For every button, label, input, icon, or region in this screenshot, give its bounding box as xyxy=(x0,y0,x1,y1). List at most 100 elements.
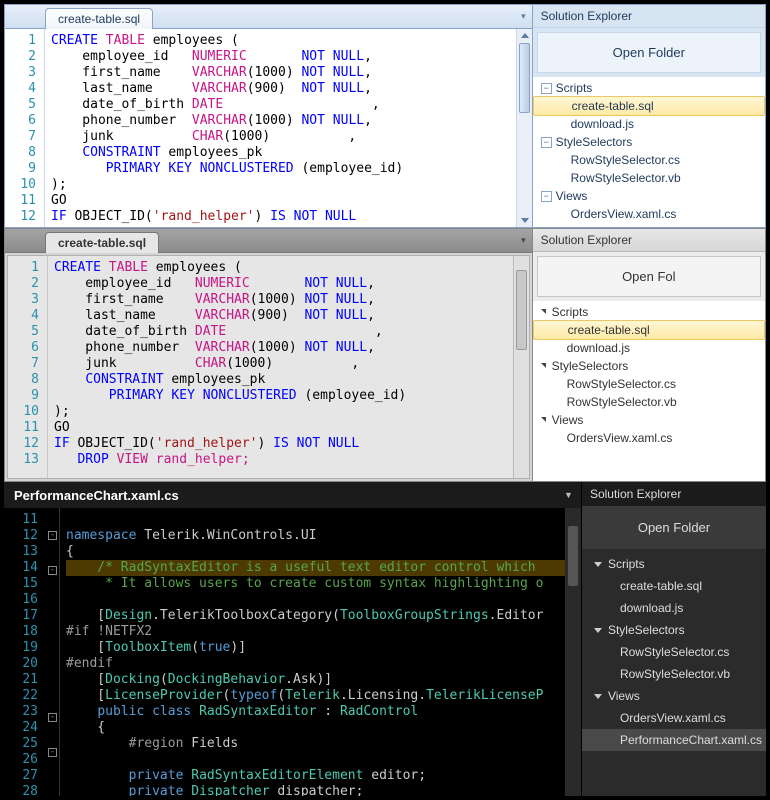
tree-label: Views xyxy=(556,189,588,203)
tree-label: create-table.sql xyxy=(620,579,702,593)
editor-panel: create-table.sql ▾ 12345678910111213 CRE… xyxy=(5,229,532,481)
editor-tab[interactable]: PerformanceChart.xaml.cs xyxy=(14,488,179,503)
line-gutter: 1112131415161718192021222324252627282930 xyxy=(4,508,46,796)
tree-file[interactable]: PerformanceChart.xaml.cs xyxy=(582,729,766,751)
tree-label: Views xyxy=(552,413,584,427)
expand-icon[interactable] xyxy=(541,309,546,314)
tab-dropdown-icon[interactable]: ▾ xyxy=(521,235,526,246)
theme-dark-pane: PerformanceChart.xaml.cs ▼ 1112131415161… xyxy=(4,482,766,796)
editor-tab[interactable]: create-table.sql xyxy=(45,8,153,29)
tree-label: OrdersView.xaml.cs xyxy=(620,711,726,725)
tree-file[interactable]: OrdersView.xaml.cs xyxy=(582,707,766,729)
tree-label: Scripts xyxy=(552,305,589,319)
tree-file[interactable]: create-table.sql xyxy=(533,320,765,340)
tree-file[interactable]: RowStyleSelector.cs xyxy=(582,641,766,663)
tree-file[interactable]: download.js xyxy=(582,597,766,619)
expand-icon[interactable] xyxy=(541,363,546,368)
tree-label: RowStyleSelector.vb xyxy=(567,395,677,409)
vertical-scrollbar[interactable] xyxy=(565,508,581,796)
tree-file[interactable]: OrdersView.xaml.cs xyxy=(533,429,765,447)
tree-file[interactable]: RowStyleSelector.vb xyxy=(533,169,765,187)
tree-file[interactable]: download.js xyxy=(533,115,765,133)
scrollbar-thumb[interactable] xyxy=(516,270,527,350)
tab-bar: create-table.sql ▾ xyxy=(5,229,532,253)
tree-label: PerformanceChart.xaml.cs xyxy=(620,733,762,747)
tree-file[interactable]: create-table.sql xyxy=(533,96,765,116)
editor-panel: create-table.sql ▾ 123456789101112 CREAT… xyxy=(5,5,532,227)
expand-icon[interactable]: − xyxy=(541,191,552,202)
explorer-title: Solution Explorer xyxy=(582,482,766,506)
theme-gray-pane: create-table.sql ▾ 12345678910111213 CRE… xyxy=(4,228,766,482)
editor-body: 123456789101112 CREATE TABLE employees (… xyxy=(5,29,532,227)
tree-label: StyleSelectors xyxy=(608,623,685,637)
code-area[interactable]: namespace Telerik.WinControls.UI { /* Ra… xyxy=(60,508,565,796)
chevron-down-icon[interactable] xyxy=(594,562,602,567)
editor-body: 12345678910111213 CREATE TABLE employees… xyxy=(7,255,530,479)
tree-file[interactable]: OrdersView.xaml.cs xyxy=(533,205,765,223)
tree-file[interactable]: RowStyleSelector.cs xyxy=(533,375,765,393)
tree-folder[interactable]: Scripts xyxy=(582,553,766,575)
tree-label: download.js xyxy=(567,341,630,355)
tree-label: StyleSelectors xyxy=(556,135,633,149)
code-area[interactable]: CREATE TABLE employees ( employee_id NUM… xyxy=(48,256,513,478)
tree-file[interactable]: RowStyleSelector.vb xyxy=(582,663,766,685)
editor-body: 1112131415161718192021222324252627282930… xyxy=(4,508,581,796)
expand-icon[interactable] xyxy=(541,417,546,422)
tree-folder[interactable]: Scripts xyxy=(533,303,765,321)
tree-file[interactable]: RowStyleSelector.cs xyxy=(533,151,765,169)
tree-label: RowStyleSelector.cs xyxy=(620,645,729,659)
vertical-scrollbar[interactable] xyxy=(513,256,529,478)
vertical-scrollbar[interactable] xyxy=(516,29,532,227)
expand-icon[interactable]: − xyxy=(541,83,552,94)
tree-folder[interactable]: StyleSelectors xyxy=(533,357,765,375)
chevron-down-icon[interactable] xyxy=(594,628,602,633)
tree-folder[interactable]: Views xyxy=(582,685,766,707)
tab-dropdown-icon[interactable]: ▼ xyxy=(564,490,573,500)
open-folder-button[interactable]: Open Folder xyxy=(582,506,766,549)
tree-label: Scripts xyxy=(556,81,593,95)
scrollbar-thumb[interactable] xyxy=(519,43,530,113)
tree-folder[interactable]: −StyleSelectors xyxy=(533,133,765,151)
tree-label: OrdersView.xaml.cs xyxy=(571,207,677,221)
editor-tab[interactable]: create-table.sql xyxy=(45,232,159,253)
solution-explorer: Solution Explorer Open Folder Scripts cre… xyxy=(581,482,766,796)
code-area[interactable]: CREATE TABLE employees ( employee_id NUM… xyxy=(45,29,516,227)
file-tree: −Scriptscreate-table.sqldownload.js−Styl… xyxy=(533,77,765,227)
tree-folder[interactable]: StyleSelectors xyxy=(582,619,766,641)
tree-label: RowStyleSelector.vb xyxy=(620,667,730,681)
tab-bar: create-table.sql ▾ xyxy=(5,5,532,29)
tree-label: download.js xyxy=(620,601,683,615)
tree-label: Views xyxy=(608,689,640,703)
tree-label: RowStyleSelector.cs xyxy=(571,153,680,167)
theme-blue-pane: create-table.sql ▾ 123456789101112 CREAT… xyxy=(4,4,766,228)
tree-file[interactable]: download.js xyxy=(533,339,765,357)
tab-bar: PerformanceChart.xaml.cs ▼ xyxy=(4,482,581,508)
tree-folder[interactable]: −Scripts xyxy=(533,79,765,97)
tree-label: OrdersView.xaml.cs xyxy=(567,431,673,445)
chevron-down-icon[interactable] xyxy=(594,694,602,699)
tree-label: RowStyleSelector.vb xyxy=(571,171,681,185)
tree-label: create-table.sql xyxy=(568,323,650,337)
tree-folder[interactable]: −Views xyxy=(533,187,765,205)
tree-label: download.js xyxy=(571,117,634,131)
tree-file[interactable]: create-table.sql xyxy=(582,575,766,597)
open-folder-button[interactable]: Open Folder xyxy=(537,32,761,73)
editor-panel: PerformanceChart.xaml.cs ▼ 1112131415161… xyxy=(4,482,581,796)
line-gutter: 12345678910111213 xyxy=(8,256,48,478)
scrollbar-thumb[interactable] xyxy=(568,526,578,586)
tab-dropdown-icon[interactable]: ▾ xyxy=(521,11,526,22)
expand-icon[interactable]: − xyxy=(541,137,552,148)
explorer-title: Solution Explorer xyxy=(533,229,765,252)
file-tree: Scripts create-table.sql download.js StyleS… xyxy=(582,549,766,796)
fold-column[interactable]: ---- xyxy=(46,508,60,796)
tree-label: RowStyleSelector.cs xyxy=(567,377,676,391)
explorer-title: Solution Explorer xyxy=(533,5,765,28)
tree-label: StyleSelectors xyxy=(552,359,629,373)
tree-folder[interactable]: Views xyxy=(533,411,765,429)
solution-explorer: Solution Explorer Open Fol Scripts create… xyxy=(532,229,765,481)
file-tree: Scripts create-table.sql download.js StyleS… xyxy=(533,301,765,481)
solution-explorer: Solution Explorer Open Folder −Scriptscr… xyxy=(532,5,765,227)
open-folder-button[interactable]: Open Fol xyxy=(537,256,761,297)
tree-file[interactable]: RowStyleSelector.vb xyxy=(533,393,765,411)
line-gutter: 123456789101112 xyxy=(5,29,45,227)
